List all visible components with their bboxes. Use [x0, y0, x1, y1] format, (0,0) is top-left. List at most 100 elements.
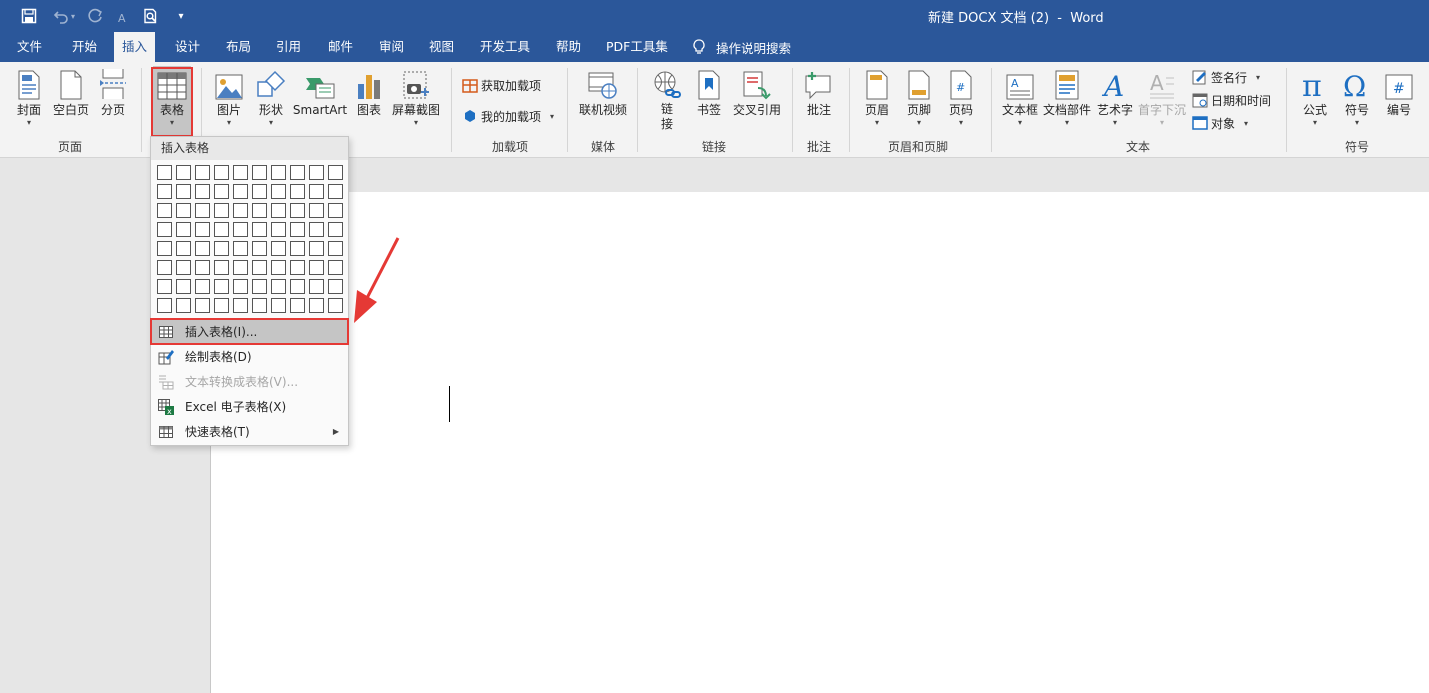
- document-page[interactable]: [210, 192, 1429, 693]
- bookmark-button[interactable]: 书签: [692, 66, 726, 118]
- cross-reference-button[interactable]: 交叉引用: [730, 66, 784, 118]
- table-grid-cell[interactable]: [290, 184, 305, 199]
- table-grid-cell[interactable]: [233, 298, 248, 313]
- header-button[interactable]: 页眉 ▾: [860, 66, 894, 128]
- table-grid-cell[interactable]: [252, 222, 267, 237]
- new-comment-button[interactable]: 批注: [802, 66, 836, 118]
- table-grid-cell[interactable]: [233, 279, 248, 294]
- table-grid-cell[interactable]: [214, 222, 229, 237]
- table-grid-cell[interactable]: [309, 222, 324, 237]
- table-grid-cell[interactable]: [328, 260, 343, 275]
- table-grid-cell[interactable]: [176, 222, 191, 237]
- table-grid-cell[interactable]: [214, 279, 229, 294]
- table-grid-cell[interactable]: [176, 165, 191, 180]
- tab-help[interactable]: 帮助: [548, 32, 589, 62]
- table-grid-cell[interactable]: [309, 203, 324, 218]
- table-grid-cell[interactable]: [290, 165, 305, 180]
- page-number-button[interactable]: # 页码 ▾: [944, 66, 978, 128]
- table-grid-cell[interactable]: [271, 241, 286, 256]
- tab-layout[interactable]: 布局: [218, 32, 259, 62]
- table-grid-cell[interactable]: [252, 203, 267, 218]
- tab-design[interactable]: 设计: [167, 32, 208, 62]
- wordart-button[interactable]: A 艺术字 ▾: [1095, 66, 1135, 128]
- table-button[interactable]: 表格 ▾: [153, 66, 191, 136]
- table-grid-cell[interactable]: [214, 184, 229, 199]
- table-grid-cell[interactable]: [214, 298, 229, 313]
- table-grid-cell[interactable]: [195, 298, 210, 313]
- table-grid-cell[interactable]: [176, 241, 191, 256]
- page-break-button[interactable]: 分页: [96, 66, 130, 118]
- table-grid-cell[interactable]: [328, 298, 343, 313]
- screenshot-button[interactable]: 屏幕截图 ▾: [390, 66, 442, 128]
- cover-page-button[interactable]: 封面 ▾: [10, 66, 48, 128]
- table-grid-cell[interactable]: [271, 222, 286, 237]
- table-grid-cell[interactable]: [195, 260, 210, 275]
- table-grid-cell[interactable]: [290, 260, 305, 275]
- table-grid-cell[interactable]: [309, 165, 324, 180]
- table-grid-cell[interactable]: [233, 203, 248, 218]
- table-grid-cell[interactable]: [195, 165, 210, 180]
- text-box-button[interactable]: A 文本框 ▾: [1000, 66, 1040, 128]
- table-grid-cell[interactable]: [328, 203, 343, 218]
- table-grid-cell[interactable]: [328, 165, 343, 180]
- blank-page-button[interactable]: 空白页: [50, 66, 92, 118]
- table-grid-cell[interactable]: [252, 298, 267, 313]
- quick-tables-menu-item[interactable]: 快速表格(T) ▶: [152, 419, 347, 444]
- shapes-button[interactable]: 形状 ▾: [252, 66, 290, 128]
- footer-button[interactable]: 页脚 ▾: [902, 66, 936, 128]
- number-button[interactable]: # 编号: [1380, 66, 1418, 118]
- table-grid-cell[interactable]: [233, 260, 248, 275]
- table-grid-cell[interactable]: [271, 184, 286, 199]
- tab-review[interactable]: 审阅: [371, 32, 412, 62]
- table-grid-cell[interactable]: [195, 203, 210, 218]
- table-grid-cell[interactable]: [309, 298, 324, 313]
- insert-table-menu-item[interactable]: 插入表格(I)...: [152, 319, 347, 344]
- excel-spreadsheet-menu-item[interactable]: x Excel 电子表格(X): [152, 394, 347, 419]
- table-grid-cell[interactable]: [195, 222, 210, 237]
- table-grid-cell[interactable]: [290, 241, 305, 256]
- tab-developer[interactable]: 开发工具: [472, 32, 538, 62]
- draw-table-menu-item[interactable]: 绘制表格(D): [152, 344, 347, 369]
- table-grid-cell[interactable]: [233, 241, 248, 256]
- table-grid-cell[interactable]: [157, 241, 172, 256]
- chart-button[interactable]: 图表: [352, 66, 386, 118]
- table-grid-cell[interactable]: [309, 241, 324, 256]
- tab-insert[interactable]: 插入: [114, 32, 156, 62]
- table-grid-cell[interactable]: [252, 241, 267, 256]
- table-grid-cell[interactable]: [214, 241, 229, 256]
- table-grid-cell[interactable]: [195, 241, 210, 256]
- table-grid-cell[interactable]: [233, 184, 248, 199]
- table-grid-cell[interactable]: [309, 184, 324, 199]
- tab-pdf-tools[interactable]: PDF工具集: [598, 32, 676, 62]
- date-time-button[interactable]: 日期和时间: [1192, 89, 1271, 111]
- print-preview-icon[interactable]: [140, 5, 162, 27]
- tab-file[interactable]: 文件: [9, 32, 50, 62]
- online-video-button[interactable]: 联机视频: [576, 66, 630, 118]
- redo-icon[interactable]: [84, 5, 106, 27]
- table-grid-cell[interactable]: [252, 165, 267, 180]
- tab-references[interactable]: 引用: [268, 32, 309, 62]
- table-grid-cell[interactable]: [233, 222, 248, 237]
- table-grid-cell[interactable]: [328, 279, 343, 294]
- table-grid-cell[interactable]: [290, 279, 305, 294]
- undo-dropdown-icon[interactable]: ▾: [68, 5, 78, 27]
- symbol-button[interactable]: Ω 符号 ▾: [1338, 66, 1376, 128]
- table-grid-cell[interactable]: [176, 279, 191, 294]
- table-grid-cell[interactable]: [271, 203, 286, 218]
- equation-button[interactable]: π 公式 ▾: [1296, 66, 1334, 128]
- table-grid-cell[interactable]: [176, 260, 191, 275]
- table-size-grid[interactable]: [157, 165, 343, 313]
- table-grid-cell[interactable]: [176, 203, 191, 218]
- customize-quick-access-icon[interactable]: ▾: [170, 5, 192, 27]
- table-grid-cell[interactable]: [176, 298, 191, 313]
- object-button[interactable]: 对象 ▾: [1192, 112, 1248, 134]
- smartart-button[interactable]: SmartArt: [292, 66, 348, 118]
- tell-me-search[interactable]: 操作说明搜索: [692, 32, 791, 62]
- table-grid-cell[interactable]: [271, 260, 286, 275]
- table-grid-cell[interactable]: [271, 298, 286, 313]
- table-grid-cell[interactable]: [157, 298, 172, 313]
- signature-line-button[interactable]: 签名行 ▾: [1192, 66, 1260, 88]
- table-grid-cell[interactable]: [252, 184, 267, 199]
- table-grid-cell[interactable]: [309, 279, 324, 294]
- table-grid-cell[interactable]: [328, 184, 343, 199]
